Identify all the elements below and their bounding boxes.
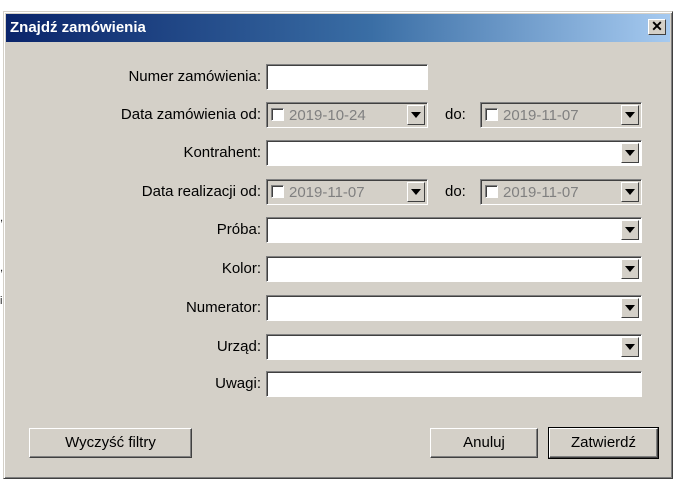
order-number-input[interactable] bbox=[266, 64, 428, 90]
realization-date-to-value: 2019-11-07 bbox=[503, 184, 579, 201]
realization-date-to-picker[interactable]: 2019-11-07 bbox=[480, 179, 642, 205]
order-date-to-label: do: bbox=[445, 106, 466, 123]
close-button[interactable]: ✕ bbox=[648, 19, 666, 35]
sample-select[interactable] bbox=[266, 217, 642, 243]
contractor-select[interactable] bbox=[266, 140, 642, 166]
cancel-button[interactable]: Anuluj bbox=[430, 428, 538, 458]
close-icon: ✕ bbox=[651, 18, 663, 34]
sample-label: Próba: bbox=[216, 221, 261, 238]
chevron-down-icon[interactable] bbox=[621, 298, 639, 318]
realization-date-from-value: 2019-11-07 bbox=[289, 184, 365, 201]
title-bar[interactable]: Znajdź zamówienia ✕ bbox=[6, 14, 670, 42]
chevron-down-icon[interactable] bbox=[621, 337, 639, 357]
realization-date-to-checkbox[interactable] bbox=[485, 185, 498, 198]
notes-input[interactable] bbox=[266, 371, 642, 397]
order-date-to-value: 2019-11-07 bbox=[503, 107, 579, 124]
contractor-label: Kontrahent: bbox=[183, 144, 261, 161]
chevron-down-icon[interactable] bbox=[621, 259, 639, 279]
order-date-from-label: Data zamówienia od: bbox=[120, 106, 261, 123]
realization-date-to-label: do: bbox=[445, 183, 466, 200]
dialog-title: Znajdź zamówienia bbox=[10, 19, 146, 36]
calendar-dropdown-icon[interactable] bbox=[621, 182, 639, 202]
notes-label: Uwagi: bbox=[215, 375, 261, 392]
order-date-from-picker[interactable]: 2019-10-24 bbox=[266, 102, 428, 128]
office-select[interactable] bbox=[266, 334, 642, 360]
office-label: Urząd: bbox=[216, 338, 261, 355]
numerator-select[interactable] bbox=[266, 295, 642, 321]
chevron-down-icon[interactable] bbox=[621, 143, 639, 163]
order-date-from-value: 2019-10-24 bbox=[289, 107, 366, 124]
chevron-down-icon[interactable] bbox=[621, 220, 639, 240]
find-orders-dialog: Znajdź zamówienia ✕ Numer zamówienia: Da… bbox=[3, 11, 673, 479]
confirm-button[interactable]: Zatwierdź bbox=[548, 427, 659, 459]
order-date-to-picker[interactable]: 2019-11-07 bbox=[480, 102, 642, 128]
color-label: Kolor: bbox=[221, 260, 261, 277]
order-date-from-checkbox[interactable] bbox=[271, 108, 284, 121]
calendar-dropdown-icon[interactable] bbox=[407, 182, 425, 202]
numerator-label: Numerator: bbox=[185, 299, 261, 316]
color-select[interactable] bbox=[266, 256, 642, 282]
order-date-to-checkbox[interactable] bbox=[485, 108, 498, 121]
order-number-label: Numer zamówienia: bbox=[128, 68, 261, 85]
calendar-dropdown-icon[interactable] bbox=[407, 105, 425, 125]
realization-date-from-checkbox[interactable] bbox=[271, 185, 284, 198]
realization-date-from-picker[interactable]: 2019-11-07 bbox=[266, 179, 428, 205]
realization-date-from-label: Data realizacji od: bbox=[141, 183, 261, 200]
calendar-dropdown-icon[interactable] bbox=[621, 105, 639, 125]
clear-filters-button[interactable]: Wyczyść filtry bbox=[29, 428, 192, 458]
